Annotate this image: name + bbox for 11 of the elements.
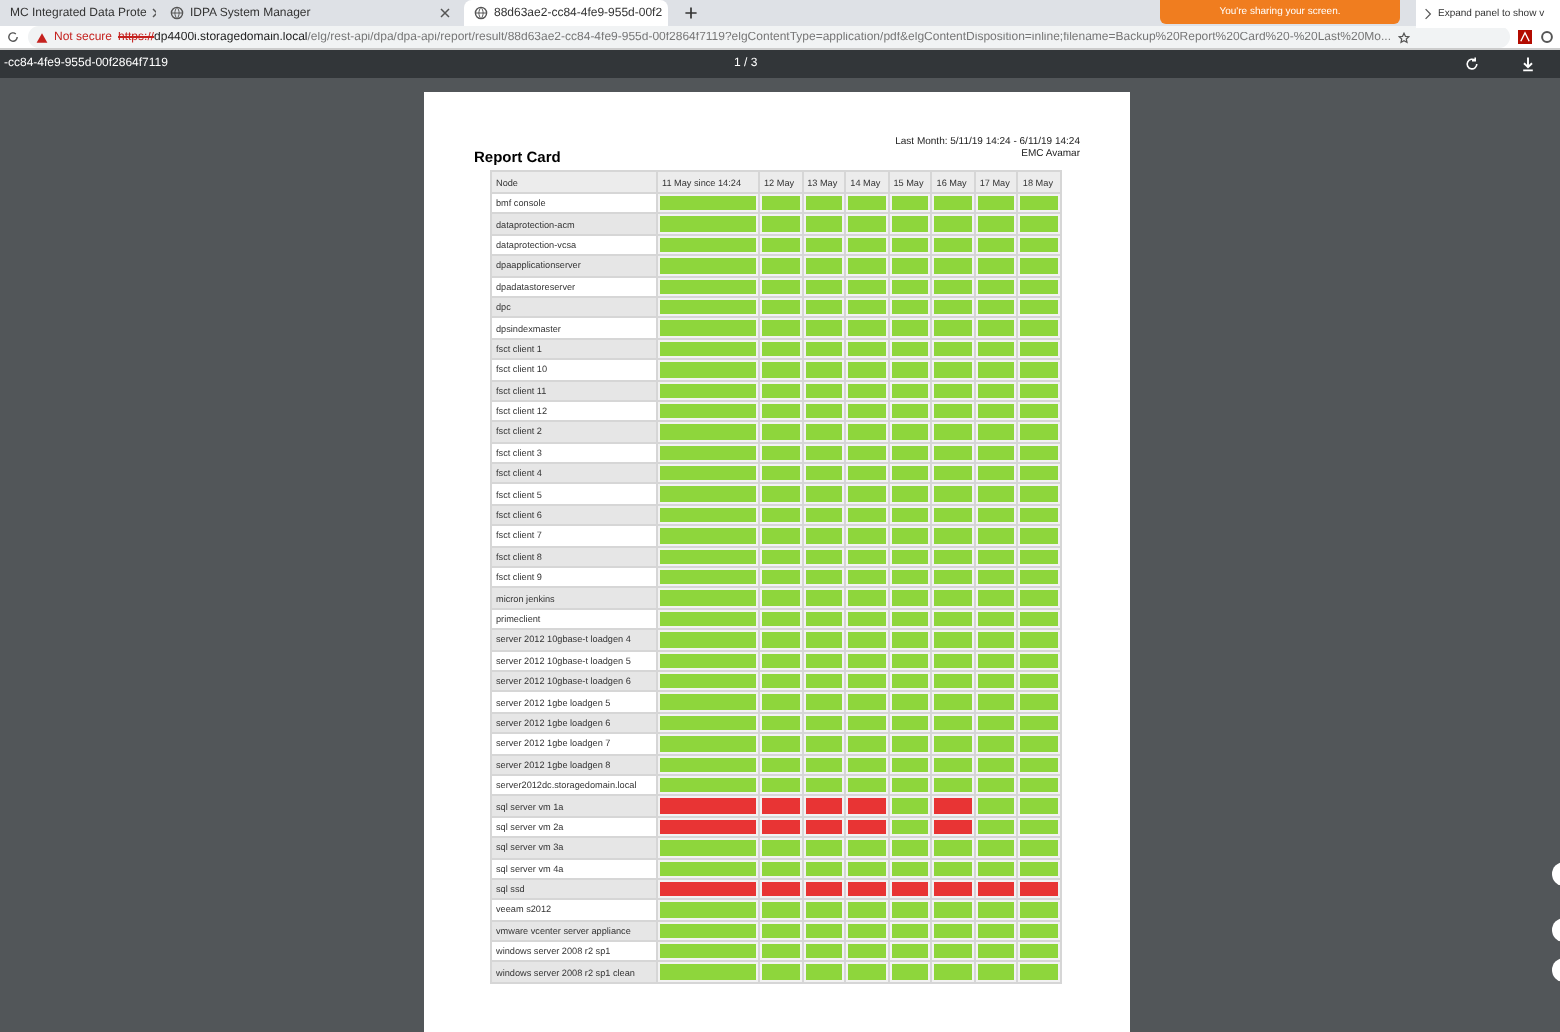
- pdf-extension-icon[interactable]: [1518, 30, 1532, 44]
- reload-icon[interactable]: [6, 30, 20, 44]
- new-tab-icon[interactable]: [684, 6, 698, 20]
- globe-icon: [474, 6, 488, 20]
- globe-icon: [170, 6, 184, 20]
- chevron-right-icon: [1422, 8, 1434, 20]
- star-icon[interactable]: [1397, 31, 1410, 43]
- download-icon[interactable]: [1520, 56, 1536, 72]
- rotate-icon[interactable]: [1464, 56, 1480, 72]
- warning-icon: [36, 31, 48, 43]
- extension-icon[interactable]: [1540, 30, 1554, 44]
